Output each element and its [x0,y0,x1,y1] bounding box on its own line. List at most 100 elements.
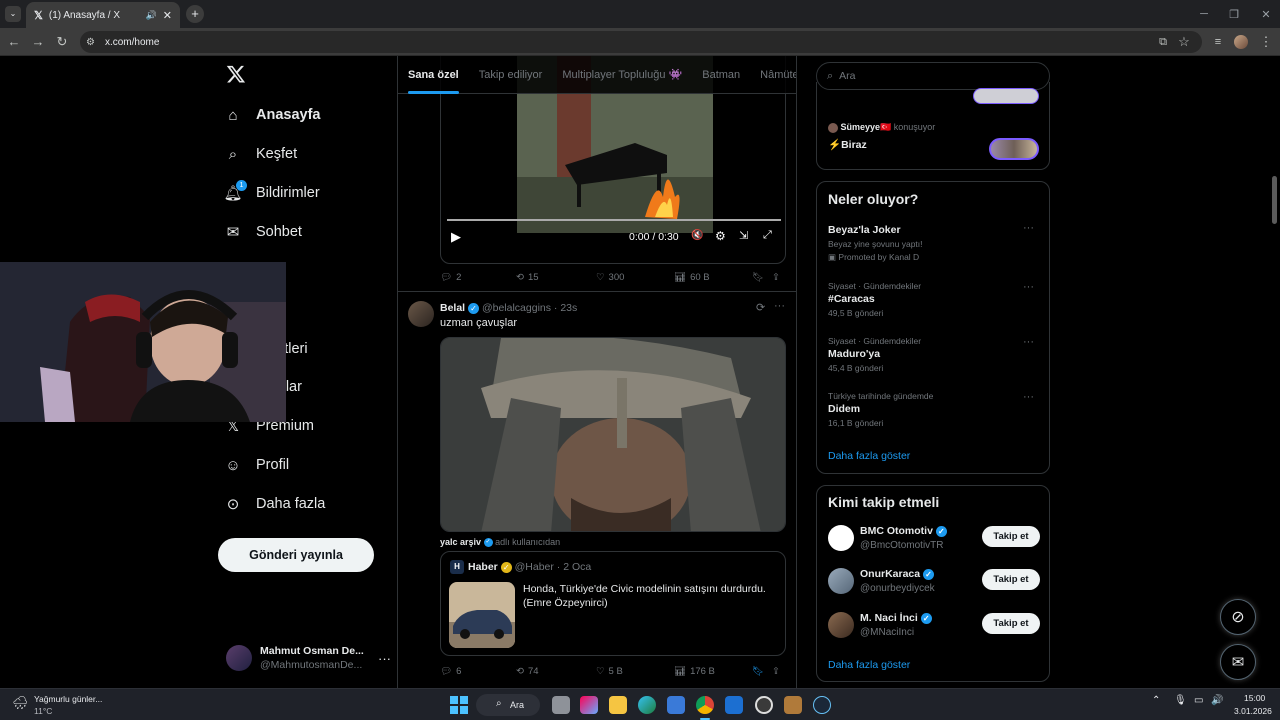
trend-item[interactable]: Beyaz'la Joker Beyaz yine şovunu yaptı! ▣ … [828,222,1038,263]
grok-float-button[interactable]: ⊘ [1220,599,1256,635]
post-author-handle[interactable]: @belalcaggins [482,302,551,314]
address-bar[interactable]: ⚙ x.com/home [80,31,1202,53]
trend-item[interactable]: Siyaset · Gündemdekiler Maduro'ya 45,4 B g… [828,336,1038,373]
tab-2[interactable]: Multiplayer Topluluğu 👾 [552,56,692,94]
play-icon[interactable]: ▶ [451,229,461,245]
microphone-icon[interactable]: 🎙 [1174,695,1187,706]
follow-button[interactable]: Takip et [982,569,1040,590]
sidebar-item-1[interactable]: ⌕ Keşfet [224,145,297,163]
sidebar-item-9[interactable]: ☺ Profil [224,456,289,474]
clock-date[interactable]: 3.01.2026 [1234,706,1272,716]
volume-icon[interactable]: 🔊 [1211,695,1223,706]
repost-button[interactable]: ⟲ 74 [516,666,539,677]
sidebar-item-2[interactable]: 🔔︎ 1 Bildirimler [223,180,320,202]
reply-button[interactable]: 💬︎ 2 [440,272,461,283]
scrollbar[interactable] [1268,56,1280,688]
mute-icon[interactable]: 🔇 [691,230,703,241]
scrollbar-thumb[interactable] [1272,176,1277,224]
bookmark-icon[interactable]: 🔖︎ [752,272,764,283]
weather-icon[interactable]: 🌧 [12,695,29,711]
tab-3[interactable]: Batman [692,56,750,94]
grok-icon[interactable]: ⟳ [756,301,765,314]
site-info-icon[interactable]: ⚙ [86,37,95,48]
taskbar-search[interactable]: ⌕ Ara [476,694,540,716]
more-dots-icon[interactable]: ··· [1023,336,1034,348]
share-icon[interactable]: ⇪ [772,666,780,677]
video-progress-bar[interactable] [447,219,781,221]
fullscreen-icon[interactable]: ⤢ [763,229,772,242]
more-dots-icon[interactable]: ··· [1023,222,1034,234]
more-dots-icon[interactable]: ··· [774,300,785,312]
follow-suggestion[interactable]: M. Naci İnci ✓ @MNaciInci Takip et [828,610,1040,642]
views-button[interactable]: 📊︎ 60 B [674,272,710,283]
trend-item[interactable]: Türkiye tarihinde gündemde Didem 16,1 B gö… [828,391,1038,428]
tab-1[interactable]: Takip ediliyor [469,56,553,94]
share-icon[interactable]: ⇪ [772,272,780,283]
back-icon[interactable]: ← [6,34,22,50]
forward-icon[interactable]: → [30,34,46,50]
post-time[interactable]: 23s [560,302,577,314]
widgets-icon[interactable] [580,696,598,714]
tab-4[interactable]: Nâmüter [750,56,796,94]
menu-icon[interactable]: ⋮ [1258,34,1274,50]
attribution-name[interactable]: yalc arşiv [440,537,481,547]
media-controls-icon[interactable]: ≡ [1210,34,1226,50]
weather-title[interactable]: Yağmurlu günler... [34,694,102,704]
sidebar-item-10[interactable]: ⊙ Daha fazla [224,495,326,513]
follow-button[interactable]: Takip et [982,613,1040,634]
tray-chevron-icon[interactable]: ⌃ [1152,695,1160,706]
spaces-card[interactable]: Sümeyye🇹🇷 konuşuyor ⚡Biraz [816,82,1050,170]
account-switcher[interactable]: Mahmut Osman De... @MahmutosmanDe... ··· [226,642,396,674]
sidebar-item-0[interactable]: ⌂ Anasayfa [224,106,320,124]
follow-suggestion[interactable]: BMC Otomotiv ✓ @BmcOtomotivTR Takip et [828,523,1040,555]
close-window-button[interactable]: ✕ [1246,0,1280,28]
x-logo-icon[interactable] [226,64,246,86]
more-dots-icon[interactable]: ··· [378,651,391,666]
audio-icon[interactable]: 🔊 [146,10,157,21]
follow-show-more[interactable]: Daha fazla göster [828,659,910,671]
messages-float-button[interactable]: ✉ [1220,644,1256,680]
quoted-post[interactable]: H Haber ✓ @Haber · 2 Oca Honda, Türkiye'… [440,551,786,656]
post-image[interactable] [440,337,786,532]
more-dots-icon[interactable]: ··· [1023,391,1034,403]
new-tab-button[interactable]: + [186,5,204,23]
post-author-name[interactable]: Belal [440,302,465,314]
follow-suggestion[interactable]: OnurKaraca ✓ @onurbeydiycek Takip et [828,566,1040,598]
bookmark-icon[interactable]: 🔖︎ [752,666,764,677]
like-button[interactable]: ♡ 300 [596,272,624,283]
trend-item[interactable]: Siyaset · Gündemdekiler #Caracas 49,5 B gö… [828,281,1038,318]
views-button[interactable]: 📊︎ 176 B [674,666,715,677]
obs-icon[interactable] [755,696,773,714]
clock-time[interactable]: 15:00 [1244,693,1265,703]
tab-0[interactable]: Sana özel [398,56,469,94]
dock-icon[interactable]: ⇲ [739,229,748,242]
steam-icon[interactable] [813,696,831,714]
sidebar-item-3[interactable]: ✉ Sohbet [224,223,302,241]
browser-tab[interactable]: 𝕏 (1) Anasayfa / X 🔊 ✕ [26,2,180,28]
more-dots-icon[interactable]: ··· [1023,281,1034,293]
like-button[interactable]: ♡ 5 B [596,666,623,677]
bookmark-star-icon[interactable]: ☆ [1176,34,1192,50]
settings-icon[interactable]: ⚙ [715,229,726,243]
chrome-icon[interactable] [696,696,714,714]
install-app-icon[interactable]: ⧉ [1155,34,1171,50]
trends-show-more[interactable]: Daha fazla göster [828,450,910,462]
tab-search-button[interactable]: ⌄ [5,6,21,22]
reply-button[interactable]: 💬︎ 6 [440,666,461,677]
app-icon[interactable] [784,696,802,714]
display-icon[interactable]: ▭ [1194,695,1203,706]
post-button[interactable]: Gönderi yayınla [218,538,374,572]
edge-icon[interactable] [638,696,656,714]
file-explorer-icon[interactable] [609,696,627,714]
task-view-icon[interactable] [552,696,570,714]
mail-app-icon[interactable] [725,696,743,714]
suggestion-handle: @BmcOtomotivTR [860,540,944,551]
repost-button[interactable]: ⟲ 15 [516,272,539,283]
store-icon[interactable] [667,696,685,714]
start-icon[interactable] [450,696,468,714]
profile-avatar[interactable] [1234,35,1248,49]
reload-icon[interactable]: ↻ [54,34,70,50]
post-avatar[interactable] [408,301,434,327]
follow-button[interactable]: Takip et [982,526,1040,547]
tab-close-icon[interactable]: ✕ [163,9,172,22]
